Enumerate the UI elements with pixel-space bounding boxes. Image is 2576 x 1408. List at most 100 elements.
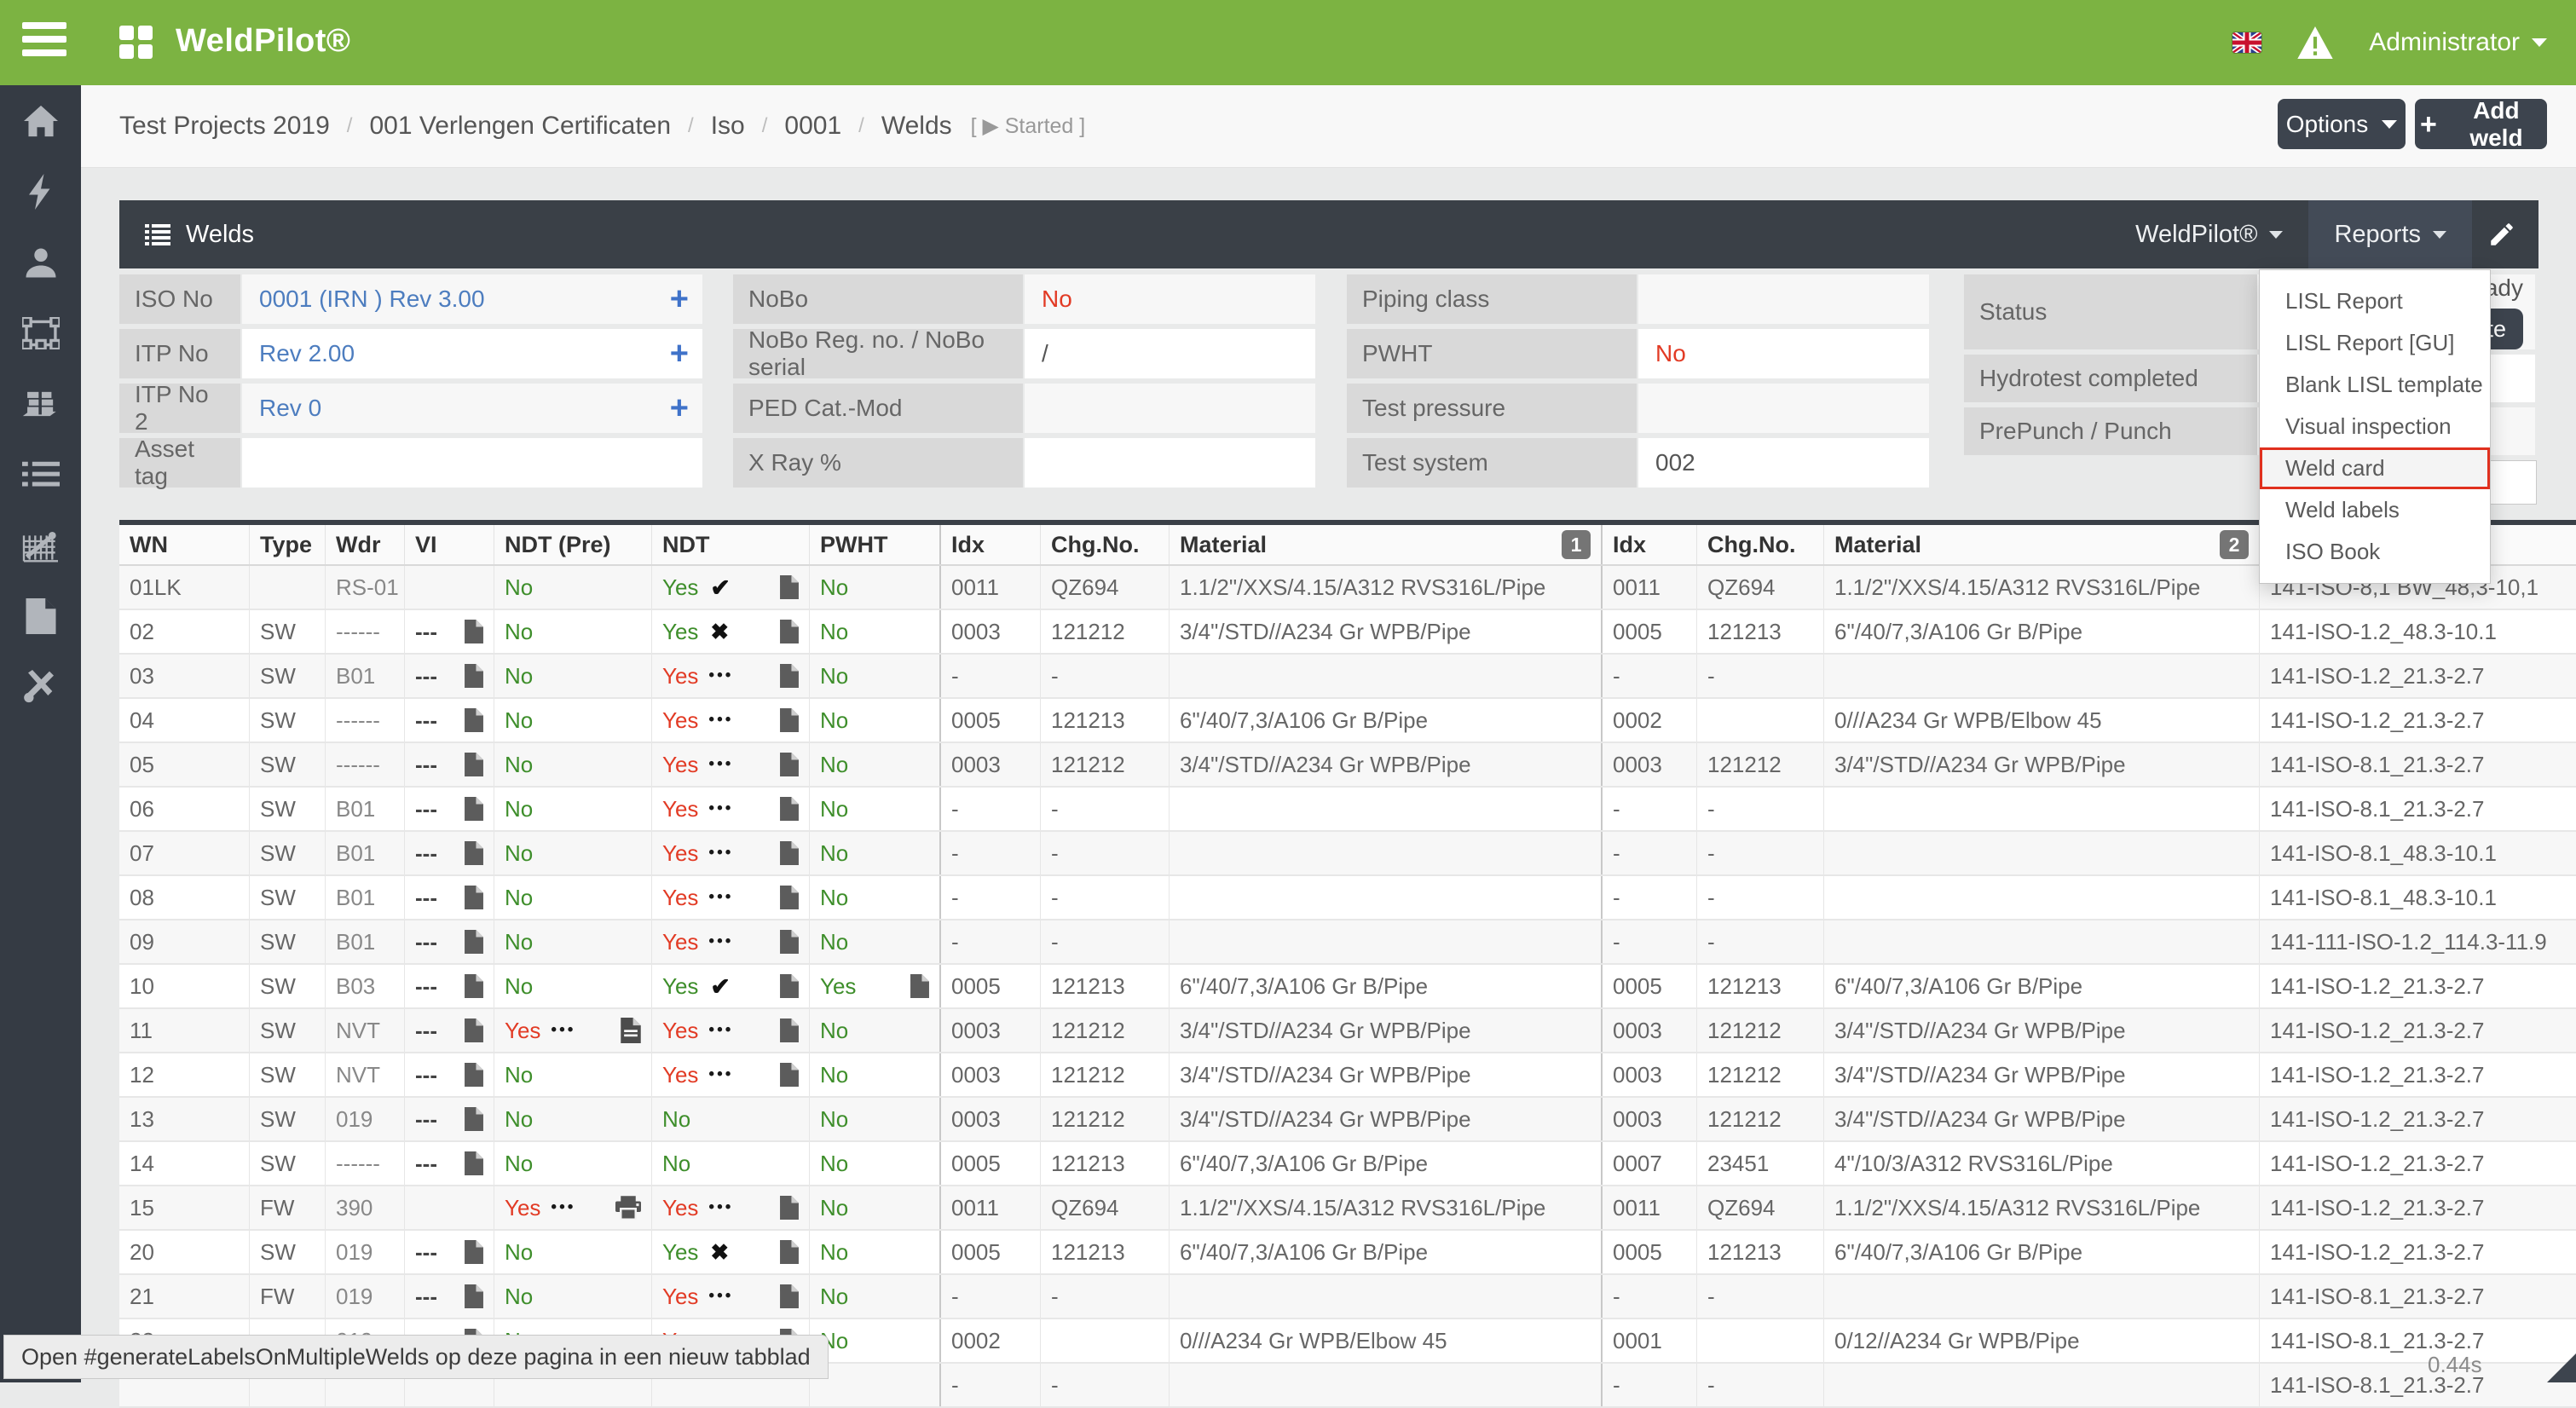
field-value: No — [1025, 274, 1315, 324]
doc-icon[interactable] — [780, 575, 799, 599]
field-value-text[interactable]: Rev 0 — [259, 395, 321, 422]
cell-ndt-pre: No — [494, 698, 652, 742]
sidebar-item-home[interactable] — [0, 85, 81, 156]
edit-panel-button[interactable] — [2472, 200, 2532, 268]
dots-mark-icon: ••• — [708, 799, 733, 818]
sidebar-item-materials[interactable] — [0, 368, 81, 439]
cell-wn: 06 — [119, 787, 250, 831]
page-icon[interactable] — [621, 1018, 641, 1043]
apps-grid-icon[interactable] — [119, 26, 153, 60]
reports-menu[interactable]: Reports — [2308, 200, 2472, 268]
status-text: No — [820, 574, 848, 601]
doc-icon[interactable] — [910, 974, 929, 998]
warning-icon[interactable] — [2297, 26, 2333, 59]
cell-vi: --- — [405, 742, 494, 787]
field-label: Piping class — [1347, 274, 1637, 324]
doc-icon[interactable] — [465, 620, 483, 643]
status-text: Yes — [662, 1018, 698, 1044]
doc-icon[interactable] — [780, 1196, 799, 1220]
field-value[interactable]: 0001 (IRN ) Rev 3.00+ — [242, 274, 702, 324]
user-menu[interactable]: Administrator — [2369, 28, 2547, 57]
cell-ndt: Yes••• — [652, 1186, 810, 1230]
doc-icon[interactable] — [465, 1107, 483, 1131]
doc-icon[interactable] — [780, 1018, 799, 1042]
breadcrumb-item[interactable]: Iso — [711, 112, 745, 141]
weldpilot-menu[interactable]: WeldPilot® — [2110, 200, 2308, 268]
cell-idx-2: 0011 — [1602, 1186, 1697, 1230]
info-field: ITP NoRev 2.00+ — [119, 329, 702, 378]
doc-icon[interactable] — [465, 974, 483, 998]
sidebar-item-dashboard-flash[interactable] — [0, 156, 81, 227]
material-group-badge: 1 — [1562, 530, 1591, 559]
doc-icon[interactable] — [780, 708, 799, 732]
doc-icon[interactable] — [780, 1240, 799, 1264]
doc-icon[interactable] — [780, 797, 799, 821]
doc-icon[interactable] — [780, 841, 799, 865]
doc-icon[interactable] — [780, 930, 799, 954]
add-weld-button[interactable]: +Add weld — [2415, 99, 2547, 149]
column-header-type: Type — [250, 522, 326, 565]
breadcrumb-item[interactable]: Welds — [881, 112, 952, 141]
field-value[interactable]: Rev 2.00+ — [242, 329, 702, 378]
cell-vi: --- — [405, 1274, 494, 1319]
doc-icon[interactable] — [465, 1063, 483, 1087]
cell-wdr: 019 — [326, 1097, 405, 1141]
cell-wdr: ------ — [326, 742, 405, 787]
doc-icon[interactable] — [465, 753, 483, 776]
menu-item-blank-lisl-template[interactable]: Blank LISL template — [2260, 364, 2490, 406]
doc-icon[interactable] — [465, 1151, 483, 1175]
field-value[interactable]: Rev 0+ — [242, 384, 702, 433]
doc-icon[interactable] — [465, 708, 483, 732]
cell-type: SW — [250, 875, 326, 920]
doc-icon[interactable] — [780, 664, 799, 688]
breadcrumb-item[interactable]: 0001 — [784, 112, 841, 141]
menu-item-weld-labels[interactable]: Weld labels — [2260, 489, 2490, 531]
cell-material-1 — [1170, 1274, 1603, 1319]
doc-icon[interactable] — [465, 664, 483, 688]
info-field: Test system002 — [1347, 438, 1929, 488]
cell-chgno-2 — [1697, 698, 1824, 742]
field-label: PWHT — [1347, 329, 1637, 378]
doc-icon[interactable] — [780, 1063, 799, 1087]
menu-item-lisl-report[interactable]: LISL Report — [2260, 280, 2490, 322]
cell-chgno-2: 121213 — [1697, 1230, 1824, 1274]
cell-idx-1: 0003 — [940, 1097, 1041, 1141]
doc-icon[interactable] — [465, 930, 483, 954]
sidebar-item-tools[interactable] — [0, 651, 81, 722]
doc-icon[interactable] — [780, 753, 799, 776]
menu-item-weld-card[interactable]: Weld card — [2260, 447, 2490, 489]
breadcrumb-item[interactable]: 001 Verlengen Certificaten — [369, 112, 671, 141]
doc-icon[interactable] — [465, 1240, 483, 1264]
doc-icon[interactable] — [780, 1284, 799, 1308]
doc-icon[interactable] — [780, 974, 799, 998]
sidebar-item-iso-frame[interactable] — [0, 297, 81, 368]
field-label: X Ray % — [733, 438, 1023, 488]
cell-vi: --- — [405, 920, 494, 964]
doc-icon[interactable] — [465, 797, 483, 821]
sidebar-item-progress-chart[interactable] — [0, 510, 81, 580]
sidebar-item-documents[interactable] — [0, 580, 81, 651]
field-value-text[interactable]: Rev 2.00 — [259, 340, 355, 367]
cell-ndt: Yes✖ — [652, 609, 810, 654]
sidebar-item-weld-list[interactable] — [0, 439, 81, 510]
printer-icon[interactable] — [615, 1196, 641, 1220]
field-value-text[interactable]: 0001 (IRN ) Rev 3.00 — [259, 286, 485, 313]
doc-icon[interactable] — [465, 1018, 483, 1042]
menu-toggle-icon[interactable] — [22, 22, 66, 63]
options-button[interactable]: Options — [2278, 99, 2406, 149]
status-text: Yes — [662, 574, 698, 601]
doc-icon[interactable] — [465, 886, 483, 909]
menu-item-iso-book[interactable]: ISO Book — [2260, 531, 2490, 573]
breadcrumb-item[interactable]: Test Projects 2019 — [119, 112, 330, 141]
cell-pwht: No — [810, 1319, 941, 1363]
cell-ndt-pre: No — [494, 920, 652, 964]
cell-idx-2: 0011 — [1602, 565, 1697, 609]
doc-icon[interactable] — [465, 841, 483, 865]
menu-item-visual-inspection[interactable]: Visual inspection — [2260, 406, 2490, 447]
sidebar-item-users[interactable] — [0, 227, 81, 297]
menu-item-lisl-report-gu-[interactable]: LISL Report [GU] — [2260, 322, 2490, 364]
doc-icon[interactable] — [780, 886, 799, 909]
doc-icon[interactable] — [780, 620, 799, 643]
language-flag-icon[interactable] — [2232, 32, 2261, 53]
doc-icon[interactable] — [465, 1284, 483, 1308]
